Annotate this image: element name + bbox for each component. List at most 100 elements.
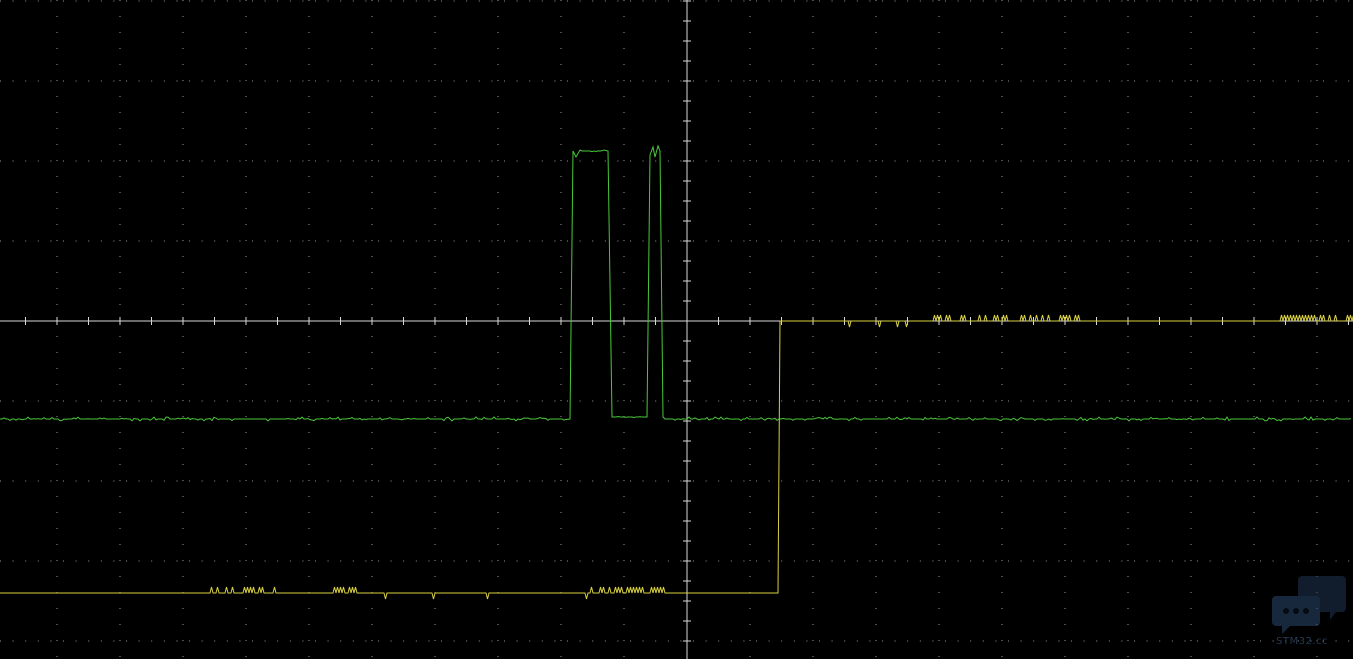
- grid-dot: [693, 80, 694, 82]
- grid-dot: [25, 640, 27, 642]
- grid-dot: [642, 160, 644, 162]
- grid-dot: [1001, 336, 1003, 337]
- grid-dot: [182, 496, 184, 497]
- grid-dot: [642, 560, 644, 562]
- grid-dot: [1190, 368, 1192, 369]
- grid-dot: [289, 400, 291, 402]
- grid-dot: [623, 544, 625, 545]
- grid-dot: [245, 656, 247, 657]
- grid-dot: [554, 0, 556, 2]
- grid-dot: [371, 560, 373, 561]
- grid-dot: [176, 560, 178, 562]
- grid-dot: [252, 400, 253, 402]
- grid-dot: [1247, 160, 1249, 162]
- grid-dot: [1316, 464, 1318, 465]
- grid-dot: [938, 416, 940, 417]
- grid-dot: [1127, 208, 1129, 209]
- grid-dot: [1316, 272, 1318, 273]
- grid-dot: [1222, 560, 1224, 562]
- grid-dot: [378, 80, 379, 82]
- grid-dot: [938, 96, 940, 97]
- grid-dot: [592, 560, 594, 562]
- grid-dot: [844, 640, 846, 642]
- grid-dot: [100, 240, 102, 242]
- grid-dot: [630, 560, 631, 562]
- grid-dot: [466, 0, 468, 2]
- grid-dot: [119, 576, 121, 577]
- grid-dot: [201, 560, 203, 562]
- grid-dot: [56, 272, 58, 273]
- grid-dot: [970, 400, 972, 402]
- grid-dot: [491, 160, 493, 162]
- grid-dot: [453, 160, 455, 162]
- grid-dot: [245, 16, 247, 17]
- grid-dot: [1108, 0, 1110, 2]
- grid-dot: [182, 288, 184, 289]
- grid-dot: [245, 96, 247, 97]
- grid-dot: [554, 160, 556, 162]
- grid-dot: [277, 480, 279, 482]
- grid-dot: [245, 560, 247, 561]
- grid-dot: [970, 160, 972, 162]
- grid-dot: [945, 480, 946, 482]
- grid-dot: [119, 624, 121, 625]
- grid-dot: [56, 336, 58, 337]
- grid-dot: [1323, 400, 1324, 402]
- grid-dot: [1253, 640, 1255, 641]
- grid-dot: [371, 464, 373, 465]
- grid-dot: [176, 480, 178, 482]
- grid-dot: [415, 0, 417, 2]
- grid-dot: [623, 448, 625, 449]
- grid-dot: [1108, 560, 1110, 562]
- grid-dot: [1001, 464, 1003, 465]
- grid-dot: [1348, 240, 1350, 242]
- grid-dot: [390, 640, 392, 642]
- grid-dot: [623, 240, 625, 241]
- grid-dot: [308, 368, 310, 369]
- grid-dot: [1064, 208, 1066, 209]
- grid-dot: [1020, 560, 1022, 562]
- grid-dot: [245, 32, 247, 33]
- grid-dot: [119, 400, 121, 401]
- grid-dot: [1184, 160, 1186, 162]
- grid-dot: [182, 304, 184, 305]
- grid-dot: [604, 80, 606, 82]
- grid-dot: [541, 640, 543, 642]
- grid-dot: [1316, 288, 1318, 289]
- grid-dot: [1253, 176, 1255, 177]
- grid-dot: [245, 48, 247, 49]
- grid-dot: [1323, 240, 1324, 242]
- grid-dot: [749, 416, 751, 417]
- grid-dot: [497, 656, 499, 657]
- grid-dot: [812, 0, 814, 1]
- grid-dot: [592, 480, 594, 482]
- grid-dot: [1001, 176, 1003, 177]
- grid-dot: [1001, 16, 1003, 17]
- grid-dot: [37, 0, 39, 2]
- grid-dot: [201, 640, 203, 642]
- grid-dot: [869, 240, 871, 242]
- grid-dot: [938, 128, 940, 129]
- grid-dot: [642, 80, 644, 82]
- grid-dot: [642, 480, 644, 482]
- grid-dot: [623, 32, 625, 33]
- grid-dot: [163, 240, 165, 242]
- grid-dot: [995, 640, 997, 642]
- grid-dot: [378, 0, 379, 2]
- grid-dot: [1127, 272, 1129, 273]
- grid-dot: [239, 560, 241, 562]
- grid-dot: [245, 128, 247, 129]
- grid-dot: [1045, 640, 1047, 642]
- grid-dot: [869, 80, 871, 82]
- grid-dot: [182, 240, 184, 241]
- grid-dot: [1127, 512, 1129, 513]
- grid-dot: [875, 384, 877, 385]
- grid-dot: [371, 448, 373, 449]
- grid-dot: [623, 336, 625, 337]
- grid-dot: [245, 400, 247, 401]
- grid-dot: [1146, 400, 1148, 402]
- grid-dot: [1253, 304, 1255, 305]
- grid-dot: [176, 400, 178, 402]
- grid-dot: [806, 400, 808, 402]
- grid-dot: [819, 560, 820, 562]
